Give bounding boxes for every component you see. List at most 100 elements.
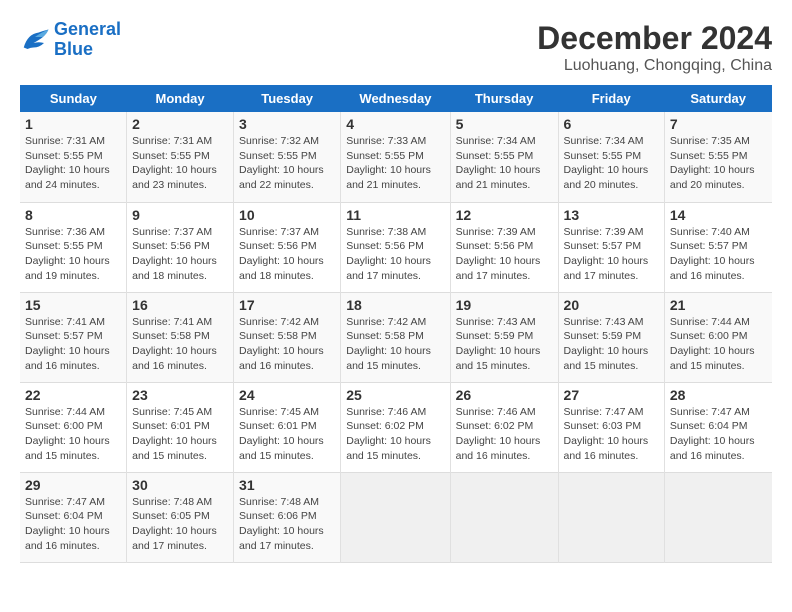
calendar-cell: 6 Sunrise: 7:34 AM Sunset: 5:55 PM Daylig… — [558, 112, 664, 202]
day-info: Sunrise: 7:46 AM Sunset: 6:02 PM Dayligh… — [456, 405, 553, 464]
calendar-week-row: 8Sunrise: 7:36 AM Sunset: 5:55 PM Daylig… — [20, 202, 772, 292]
day-info: Sunrise: 7:31 AM Sunset: 5:55 PM Dayligh… — [25, 134, 121, 193]
calendar-cell: 5Sunrise: 7:34 AM Sunset: 5:55 PM Daylig… — [450, 112, 558, 202]
day-number: 2 — [132, 116, 228, 132]
calendar-cell: 28 Sunrise: 7:47 AM Sunset: 6:04 PM Dayli… — [664, 382, 772, 472]
header: General Blue December 2024 Luohuang, Cho… — [20, 20, 772, 75]
calendar-cell: 8Sunrise: 7:36 AM Sunset: 5:55 PM Daylig… — [20, 202, 127, 292]
calendar-cell: 25Sunrise: 7:46 AM Sunset: 6:02 PM Dayli… — [341, 382, 450, 472]
month-title: December 2024 — [537, 20, 772, 57]
calendar-week-row: 29Sunrise: 7:47 AM Sunset: 6:04 PM Dayli… — [20, 472, 772, 562]
day-info: Sunrise: 7:41 AM Sunset: 5:58 PM Dayligh… — [132, 315, 228, 374]
day-number: 15 — [25, 297, 121, 313]
calendar-cell: 16 Sunrise: 7:41 AM Sunset: 5:58 PM Dayli… — [127, 292, 234, 382]
day-info: Sunrise: 7:36 AM Sunset: 5:55 PM Dayligh… — [25, 225, 121, 284]
calendar-cell: 27 Sunrise: 7:47 AM Sunset: 6:03 PM Dayli… — [558, 382, 664, 472]
calendar-cell: 10Sunrise: 7:37 AM Sunset: 5:56 PM Dayli… — [234, 202, 341, 292]
calendar-body: 1 Sunrise: 7:31 AM Sunset: 5:55 PM Daylig… — [20, 112, 772, 562]
day-info: Sunrise: 7:38 AM Sunset: 5:56 PM Dayligh… — [346, 225, 444, 284]
calendar-cell: 7 Sunrise: 7:35 AM Sunset: 5:55 PM Daylig… — [664, 112, 772, 202]
calendar-cell: 24Sunrise: 7:45 AM Sunset: 6:01 PM Dayli… — [234, 382, 341, 472]
day-number: 22 — [25, 387, 121, 403]
weekday-header: Wednesday — [341, 85, 450, 112]
day-info: Sunrise: 7:45 AM Sunset: 6:01 PM Dayligh… — [132, 405, 228, 464]
calendar-cell: 17Sunrise: 7:42 AM Sunset: 5:58 PM Dayli… — [234, 292, 341, 382]
calendar-cell: 31 Sunrise: 7:48 AM Sunset: 6:06 PM Dayli… — [234, 472, 341, 562]
day-number: 28 — [670, 387, 767, 403]
day-number: 26 — [456, 387, 553, 403]
calendar-cell: 4 Sunrise: 7:33 AM Sunset: 5:55 PM Daylig… — [341, 112, 450, 202]
day-info: Sunrise: 7:45 AM Sunset: 6:01 PM Dayligh… — [239, 405, 335, 464]
day-info: Sunrise: 7:34 AM Sunset: 5:55 PM Dayligh… — [456, 134, 553, 193]
day-number: 21 — [670, 297, 767, 313]
day-number: 14 — [670, 207, 767, 223]
day-info: Sunrise: 7:32 AM Sunset: 5:55 PM Dayligh… — [239, 134, 335, 193]
day-info: Sunrise: 7:33 AM Sunset: 5:55 PM Dayligh… — [346, 134, 444, 193]
calendar-cell: 15Sunrise: 7:41 AM Sunset: 5:57 PM Dayli… — [20, 292, 127, 382]
weekday-header: Friday — [558, 85, 664, 112]
day-info: Sunrise: 7:48 AM Sunset: 6:06 PM Dayligh… — [239, 495, 335, 554]
day-number: 4 — [346, 116, 444, 132]
calendar-cell: 13 Sunrise: 7:39 AM Sunset: 5:57 PM Dayli… — [558, 202, 664, 292]
day-info: Sunrise: 7:34 AM Sunset: 5:55 PM Dayligh… — [564, 134, 659, 193]
day-number: 13 — [564, 207, 659, 223]
calendar-cell: 1 Sunrise: 7:31 AM Sunset: 5:55 PM Daylig… — [20, 112, 127, 202]
calendar-week-row: 15Sunrise: 7:41 AM Sunset: 5:57 PM Dayli… — [20, 292, 772, 382]
location-title: Luohuang, Chongqing, China — [537, 57, 772, 75]
calendar-cell: 29Sunrise: 7:47 AM Sunset: 6:04 PM Dayli… — [20, 472, 127, 562]
day-info: Sunrise: 7:47 AM Sunset: 6:04 PM Dayligh… — [670, 405, 767, 464]
calendar-cell — [450, 472, 558, 562]
day-number: 11 — [346, 207, 444, 223]
day-number: 17 — [239, 297, 335, 313]
day-number: 31 — [239, 477, 335, 493]
calendar-table: SundayMondayTuesdayWednesdayThursdayFrid… — [20, 85, 772, 563]
logo-text: General Blue — [54, 20, 121, 60]
title-section: December 2024 Luohuang, Chongqing, China — [537, 20, 772, 75]
calendar-cell: 11 Sunrise: 7:38 AM Sunset: 5:56 PM Dayli… — [341, 202, 450, 292]
day-info: Sunrise: 7:42 AM Sunset: 5:58 PM Dayligh… — [346, 315, 444, 374]
calendar-cell: 9Sunrise: 7:37 AM Sunset: 5:56 PM Daylig… — [127, 202, 234, 292]
weekday-header: Thursday — [450, 85, 558, 112]
day-number: 29 — [25, 477, 121, 493]
day-info: Sunrise: 7:43 AM Sunset: 5:59 PM Dayligh… — [564, 315, 659, 374]
day-number: 7 — [670, 116, 767, 132]
day-info: Sunrise: 7:48 AM Sunset: 6:05 PM Dayligh… — [132, 495, 228, 554]
calendar-cell: 3 Sunrise: 7:32 AM Sunset: 5:55 PM Daylig… — [234, 112, 341, 202]
calendar-cell: 12 Sunrise: 7:39 AM Sunset: 5:56 PM Dayli… — [450, 202, 558, 292]
logo-bird-icon — [20, 26, 50, 54]
day-number: 3 — [239, 116, 335, 132]
weekday-header: Monday — [127, 85, 234, 112]
day-info: Sunrise: 7:47 AM Sunset: 6:03 PM Dayligh… — [564, 405, 659, 464]
day-number: 27 — [564, 387, 659, 403]
calendar-week-row: 22 Sunrise: 7:44 AM Sunset: 6:00 PM Dayli… — [20, 382, 772, 472]
day-number: 20 — [564, 297, 659, 313]
calendar-cell — [664, 472, 772, 562]
day-info: Sunrise: 7:46 AM Sunset: 6:02 PM Dayligh… — [346, 405, 444, 464]
day-info: Sunrise: 7:31 AM Sunset: 5:55 PM Dayligh… — [132, 134, 228, 193]
day-info: Sunrise: 7:37 AM Sunset: 5:56 PM Dayligh… — [132, 225, 228, 284]
day-info: Sunrise: 7:44 AM Sunset: 6:00 PM Dayligh… — [670, 315, 767, 374]
calendar-cell: 22 Sunrise: 7:44 AM Sunset: 6:00 PM Dayli… — [20, 382, 127, 472]
day-info: Sunrise: 7:43 AM Sunset: 5:59 PM Dayligh… — [456, 315, 553, 374]
calendar-cell — [558, 472, 664, 562]
calendar-header-row: SundayMondayTuesdayWednesdayThursdayFrid… — [20, 85, 772, 112]
calendar-cell: 21 Sunrise: 7:44 AM Sunset: 6:00 PM Dayli… — [664, 292, 772, 382]
calendar-cell: 20 Sunrise: 7:43 AM Sunset: 5:59 PM Dayli… — [558, 292, 664, 382]
weekday-header: Tuesday — [234, 85, 341, 112]
calendar-cell: 18Sunrise: 7:42 AM Sunset: 5:58 PM Dayli… — [341, 292, 450, 382]
day-number: 16 — [132, 297, 228, 313]
calendar-cell: 26 Sunrise: 7:46 AM Sunset: 6:02 PM Dayli… — [450, 382, 558, 472]
day-info: Sunrise: 7:35 AM Sunset: 5:55 PM Dayligh… — [670, 134, 767, 193]
day-number: 12 — [456, 207, 553, 223]
day-info: Sunrise: 7:39 AM Sunset: 5:57 PM Dayligh… — [564, 225, 659, 284]
weekday-header: Saturday — [664, 85, 772, 112]
calendar-cell: 19Sunrise: 7:43 AM Sunset: 5:59 PM Dayli… — [450, 292, 558, 382]
calendar-cell: 23Sunrise: 7:45 AM Sunset: 6:01 PM Dayli… — [127, 382, 234, 472]
day-number: 6 — [564, 116, 659, 132]
weekday-header: Sunday — [20, 85, 127, 112]
day-info: Sunrise: 7:39 AM Sunset: 5:56 PM Dayligh… — [456, 225, 553, 284]
day-info: Sunrise: 7:44 AM Sunset: 6:00 PM Dayligh… — [25, 405, 121, 464]
calendar-cell: 14Sunrise: 7:40 AM Sunset: 5:57 PM Dayli… — [664, 202, 772, 292]
day-number: 1 — [25, 116, 121, 132]
calendar-week-row: 1 Sunrise: 7:31 AM Sunset: 5:55 PM Daylig… — [20, 112, 772, 202]
